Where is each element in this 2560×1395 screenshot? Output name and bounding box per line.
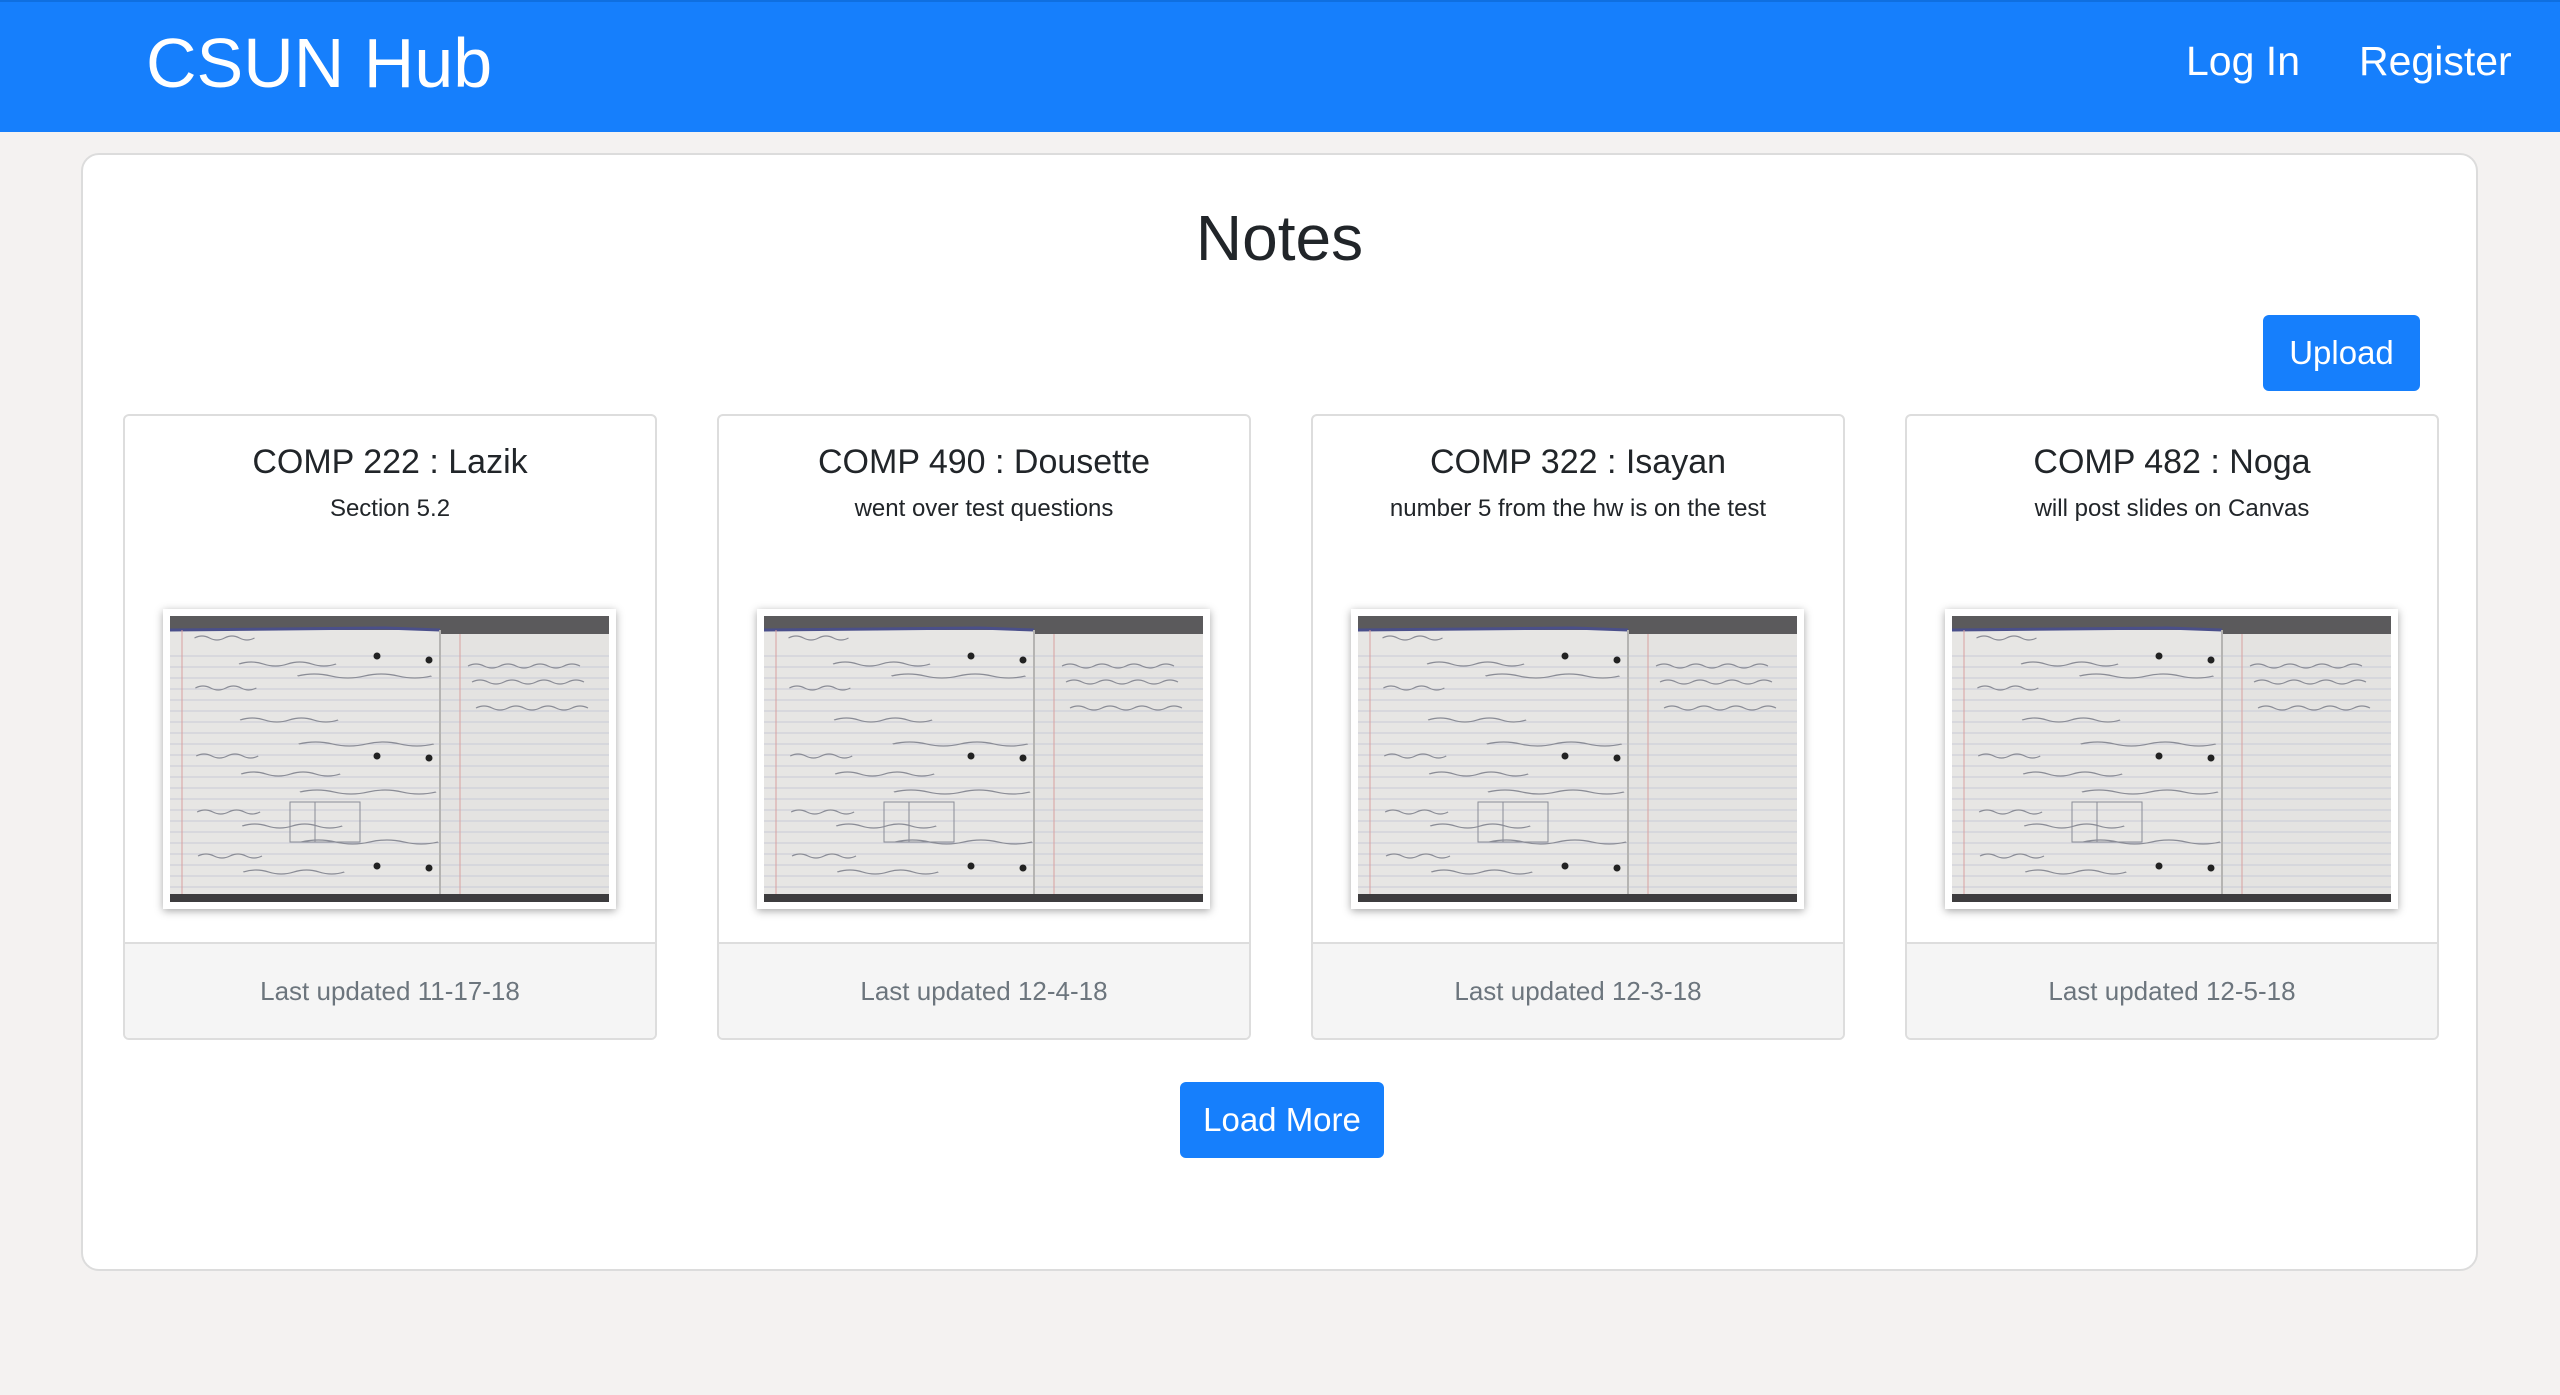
card-text: will post slides on Canvas — [2034, 495, 2310, 522]
login-link[interactable]: Log In — [2186, 32, 2300, 90]
card-title: COMP 222 : Lazik — [252, 443, 528, 481]
notebook-photo[interactable] — [163, 609, 616, 909]
brand-logo[interactable]: CSUN Hub — [146, 20, 492, 106]
page-title: Notes — [1195, 202, 1364, 274]
register-link[interactable]: Register — [2359, 32, 2512, 90]
card-text: went over test questions — [854, 495, 1114, 522]
note-card[interactable]: COMP 490 : Dousette went over test quest… — [717, 414, 1251, 1040]
card-footer: Last updated 12-5-18 — [1907, 942, 2437, 1038]
navbar: CSUN Hub Log In Register — [0, 0, 2560, 132]
card-footer: Last updated 12-3-18 — [1313, 942, 1843, 1038]
notebook-photo[interactable] — [1351, 609, 1804, 909]
card-title: COMP 490 : Dousette — [818, 443, 1150, 481]
card-title: COMP 322 : Isayan — [1429, 443, 1727, 481]
load-more-button[interactable]: Load More — [1180, 1082, 1384, 1158]
note-card[interactable]: COMP 482 : Noga will post slides on Canv… — [1905, 414, 2439, 1040]
notebook-photo[interactable] — [757, 609, 1210, 909]
notes-panel: Notes Upload COMP 222 : Lazik Section 5.… — [81, 153, 2478, 1271]
notebook-photo[interactable] — [1945, 609, 2398, 909]
card-footer: Last updated 11-17-18 — [125, 942, 655, 1038]
card-text: Section 5.2 — [329, 495, 451, 522]
card-text: number 5 from the hw is on the test — [1389, 495, 1767, 522]
upload-button[interactable]: Upload — [2263, 315, 2420, 391]
note-card[interactable]: COMP 222 : Lazik Section 5.2 Last update… — [123, 414, 657, 1040]
card-footer: Last updated 12-4-18 — [719, 942, 1249, 1038]
note-card[interactable]: COMP 322 : Isayan number 5 from the hw i… — [1311, 414, 1845, 1040]
card-title: COMP 482 : Noga — [2033, 443, 2311, 481]
